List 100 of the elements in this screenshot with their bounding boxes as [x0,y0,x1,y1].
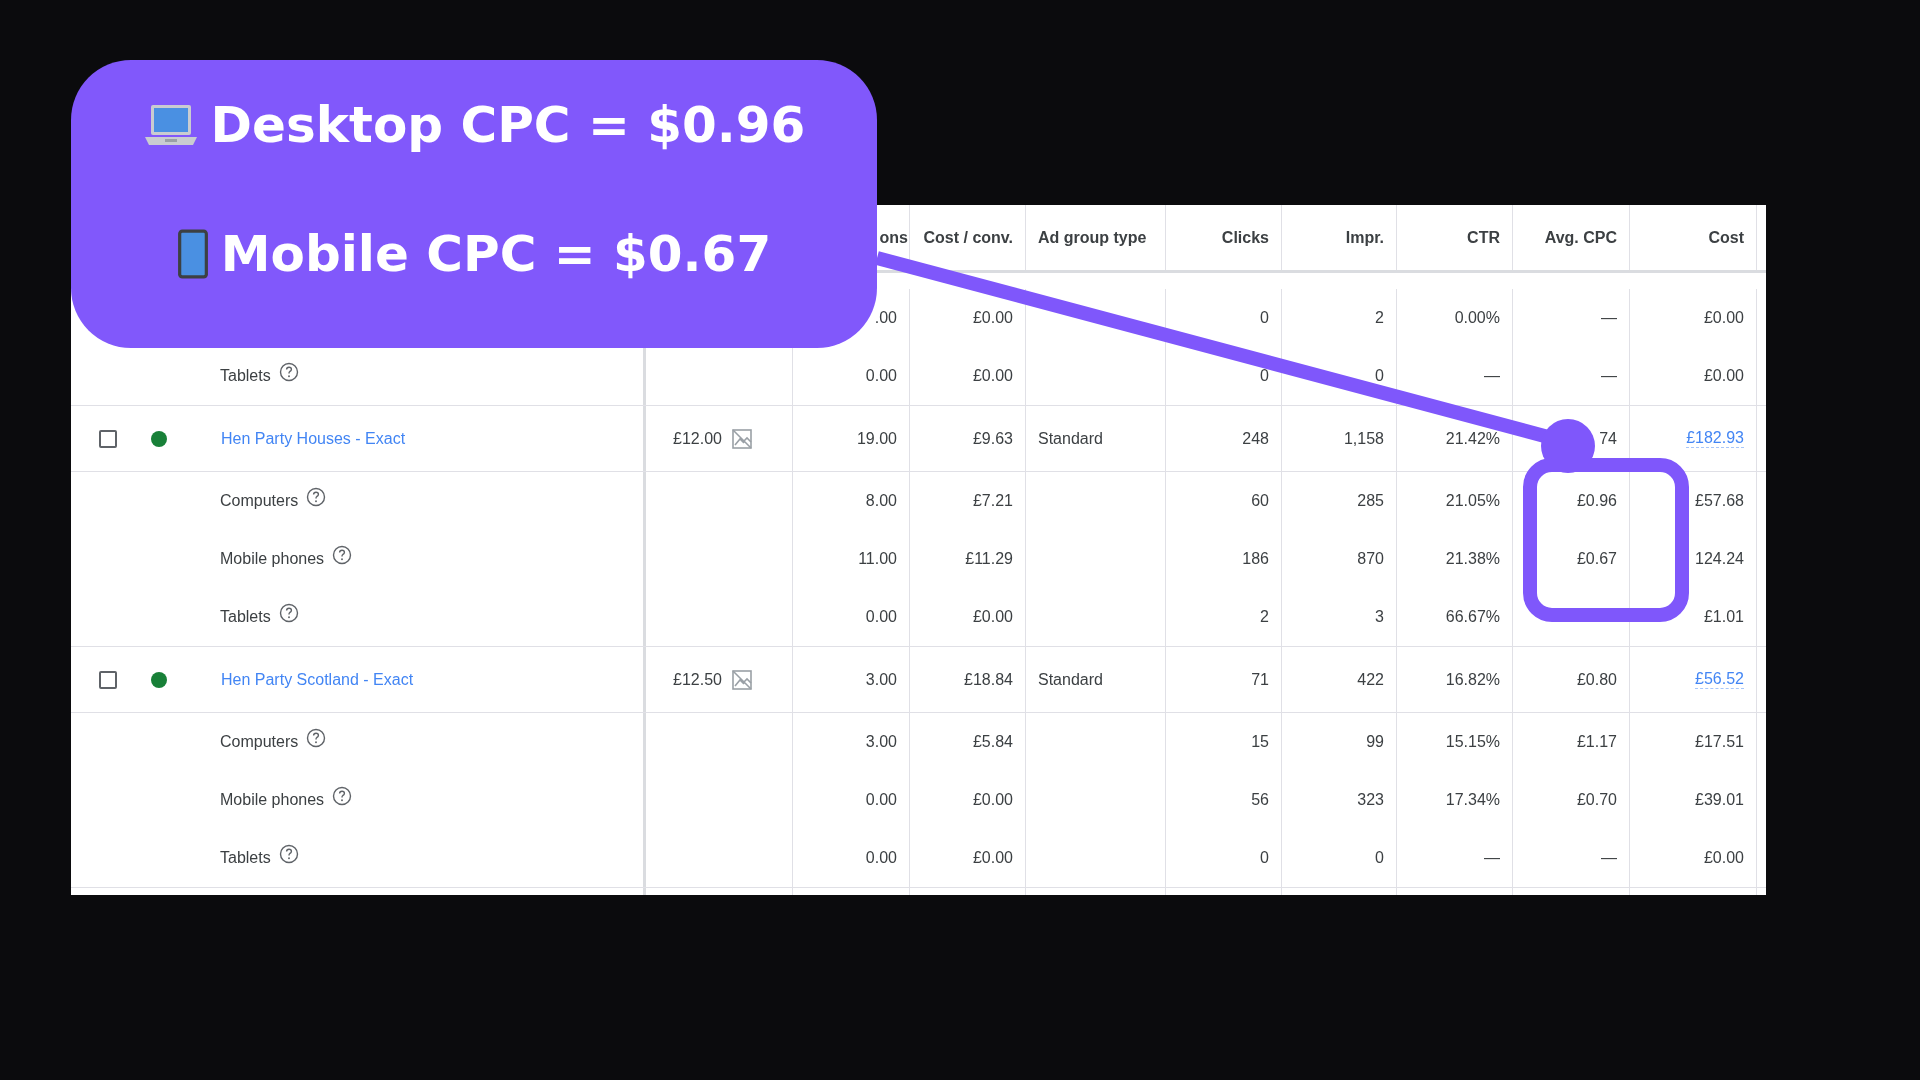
column-header[interactable]: Impr. [1345,228,1384,247]
checkbox[interactable] [99,670,117,689]
table-cell: £0.80 [1576,670,1617,689]
checkbox[interactable] [99,429,117,448]
help-icon[interactable] [332,545,353,565]
table-cell: 0.00 [865,791,897,809]
table-cell: 21.42% [1445,429,1500,448]
table-cell: 99 [1366,733,1384,751]
help-icon[interactable] [306,487,327,507]
table-cell: £9.63 [972,429,1013,448]
table-cell: 0 [1260,849,1269,867]
column-header[interactable]: ons [879,228,908,247]
table-cell: £17.51 [1695,733,1744,751]
table-cell: — [1484,849,1500,867]
image-off-icon [730,667,754,692]
table-cell: 124.24 [1695,550,1744,568]
device-label: Computers [220,492,299,510]
table-cell: 0 [1375,367,1384,385]
table-cell: 3.00 [865,733,897,751]
table-cell: £0.00 [972,849,1013,867]
table-cell: 0.00% [1454,309,1500,327]
table-cell: 21.05% [1445,492,1500,510]
table-cell: .00 [874,309,897,327]
table-cell: 16.82% [1445,670,1500,689]
help-icon[interactable] [278,603,299,623]
table-cell: — [1601,367,1617,385]
cost-link[interactable]: £182.93 [1686,429,1744,448]
image-off-icon [730,426,754,451]
pointer-dot [1541,419,1595,473]
help-icon[interactable] [306,728,327,748]
device-label: Tablets [220,849,271,867]
table-cell: £39.01 [1695,791,1744,809]
column-header[interactable]: Cost / conv. [923,228,1013,247]
table-cell: 56 [1251,791,1269,809]
table-cell: 0.00 [865,849,897,867]
table-cell: £0.00 [972,367,1013,385]
table-cell: — [1601,309,1617,327]
table-cell: £1.17 [1576,733,1617,751]
column-header[interactable]: Cost [1708,228,1744,247]
table-cell: 71 [1251,670,1269,689]
ad-group-link[interactable]: Hen Party Scotland - Exact [221,670,414,689]
table-cell: 21.38% [1445,550,1500,568]
device-label: Computers [220,733,299,751]
table-cell: 248 [1242,429,1269,448]
laptop-icon [142,102,199,147]
table-cell: 0.00 [865,608,897,626]
table-cell: £0.70 [1576,791,1617,809]
table-cell: 870 [1357,550,1384,568]
table-cell: 422 [1357,670,1384,689]
table-cell: 2 [1375,309,1384,327]
help-icon[interactable] [278,844,299,864]
table-cell: £0.00 [972,608,1013,626]
table-cell: 0 [1375,849,1384,867]
table-cell: 19.00 [856,429,897,448]
table-cell: 323 [1357,791,1384,809]
column-header[interactable]: Clicks [1221,228,1269,247]
table-cell: 0 [1260,367,1269,385]
column-header[interactable]: Ad group type [1038,228,1147,247]
cost-link[interactable]: £56.52 [1695,670,1744,689]
table-cell: 1,158 [1343,429,1384,448]
callout-text: Desktop CPC = $0.96 [210,95,806,154]
bid-value: £12.00 [673,429,722,448]
table-cell: 11.00 [858,550,897,568]
table-cell: £5.84 [972,733,1013,751]
table-cell: 0 [1260,309,1269,327]
table-cell: 2 [1260,608,1269,626]
table-cell: 8.00 [865,492,897,510]
column-header[interactable]: CTR [1467,228,1500,247]
table-cell: 17.34% [1445,791,1500,809]
table-cell: 3.00 [865,670,897,689]
table-cell: Standard [1038,670,1103,689]
table-cell: 74 [1599,429,1617,448]
table-cell: 3 [1375,608,1384,626]
table-cell: — [1601,849,1617,867]
table-cell: — [1484,367,1500,385]
table-cell: £0.00 [1703,367,1744,385]
ad-group-link[interactable]: Hen Party Houses - Exact [221,429,406,448]
table-cell: £7.21 [972,492,1013,510]
help-icon[interactable] [332,786,353,806]
help-icon[interactable] [278,362,299,382]
table-cell: £57.68 [1695,492,1744,510]
device-label: Mobile phones [220,791,325,809]
device-label: Tablets [220,608,271,626]
device-label: Mobile phones [220,550,325,568]
table-cell: £1.01 [1703,608,1744,626]
column-header[interactable]: Avg. CPC [1544,228,1617,247]
bid-value: £12.50 [673,670,722,689]
table-cell: 60 [1251,492,1269,510]
table-cell: 285 [1357,492,1384,510]
table-cell: 15 [1251,733,1269,751]
table-cell: £0.00 [1703,849,1744,867]
table-cell: Standard [1038,429,1103,448]
table-cell: £0.00 [972,309,1013,327]
phone-icon [176,227,209,280]
table-cell: 66.67% [1445,608,1500,626]
table-cell: £0.96 [1576,492,1617,510]
table-cell: £18.84 [964,670,1013,689]
device-label: Tablets [220,367,271,385]
table-cell: 15.15% [1445,733,1500,751]
table-cell: £11.29 [965,550,1013,568]
